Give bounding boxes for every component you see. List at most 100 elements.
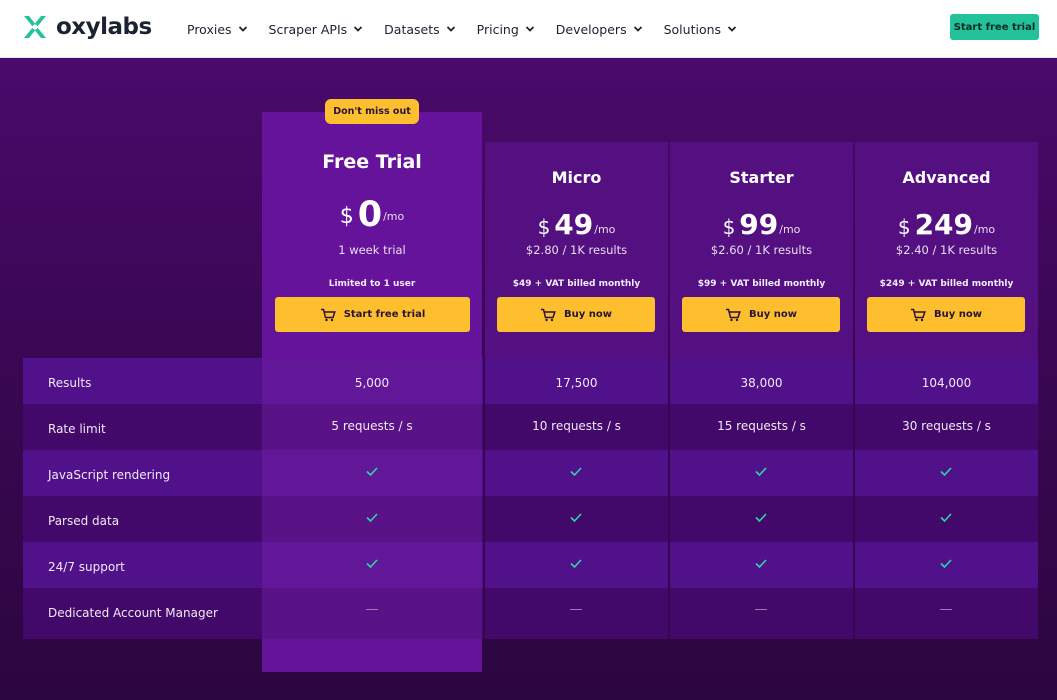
check-icon [570,467,582,476]
nav-item-datasets[interactable]: Datasets [384,22,455,37]
nav-item-label: Scraper APIs [268,21,348,37]
start-free-trial-button[interactable]: Start free trial [275,297,470,332]
chevron-down-icon [238,26,247,32]
price-currency: $ [339,204,354,229]
plan-price-free-trial: $ 0 /mo [262,198,482,233]
check-icon [755,513,767,522]
feature-value: 30 requests / s [902,419,991,433]
buy-now-button-advanced[interactable]: Buy now [867,297,1025,332]
nav-item-label: Solutions [663,21,722,37]
feature-label: JavaScript rendering [48,468,171,482]
plan-billing-free-trial: Limited to 1 user [328,279,416,289]
feature-value: 15 requests / s [717,419,806,433]
feature-label: 24/7 support [48,560,125,574]
table-row-parsed-data [23,496,1038,542]
check-icon [755,467,767,476]
pricing-section: Don't miss out Free Trial $ 0 /mo 1 week… [0,58,1057,700]
price-period: /mo [594,223,616,236]
check-icon [366,513,378,522]
check-icon [755,559,767,568]
cart-icon [911,308,926,321]
price-currency: $ [722,215,736,239]
buy-now-button-starter[interactable]: Buy now [682,297,840,332]
feature-value: 17,500 [555,376,598,390]
check-icon [570,513,582,522]
check-icon [570,559,582,568]
table-row-support [23,542,1038,588]
nav-item-label: Pricing [476,21,519,37]
chevron-down-icon [525,26,534,32]
plan-name-advanced: Advanced [902,168,991,187]
plan-name-free-trial: Free Trial [322,151,422,173]
dont-miss-out-badge: Don't miss out [325,99,419,124]
feature-comparison-table [23,358,1038,639]
price-period: /mo [383,210,405,223]
feature-label: Dedicated Account Manager [48,606,218,620]
feature-label: Rate limit [48,422,106,436]
nav-item-label: Datasets [384,21,440,37]
dash-icon [366,609,378,610]
plan-subtitle-micro: $2.80 / 1K results [525,243,628,257]
price-period: /mo [974,223,996,236]
logo-text: oxylabs [56,14,152,40]
cart-icon [320,308,336,321]
price-amount: 99 [739,208,779,241]
check-icon [940,513,952,522]
oxylabs-logo[interactable]: oxylabs [22,12,152,42]
plan-billing-advanced: $249 + VAT billed monthly [879,279,1014,289]
button-label: Buy now [564,309,612,320]
feature-value: 38,000 [740,376,783,390]
feature-value: 10 requests / s [532,419,621,433]
check-icon [940,467,952,476]
chevron-down-icon [727,26,737,32]
plan-name-starter: Starter [729,168,794,187]
plan-price-advanced: $ 249 /mo [855,208,1038,241]
plan-billing-micro: $49 + VAT billed monthly [512,279,641,289]
dash-icon [940,609,952,610]
price-amount: 0 [357,195,383,235]
cart-icon [726,308,741,321]
nav-item-developers[interactable]: Developers [556,22,643,37]
start-free-trial-header-button[interactable]: Start free trial [950,14,1039,40]
button-label: Buy now [749,309,797,320]
dash-icon [755,609,767,610]
feature-value: 5,000 [354,376,390,390]
nav-item-pricing[interactable]: Pricing [477,22,535,37]
feature-value: 104,000 [921,376,972,390]
plan-price-starter: $ 99 /mo [670,208,853,241]
top-navigation-bar: oxylabs Proxies Scraper APIs Datasets Pr… [0,0,1057,58]
feature-label: Parsed data [48,514,120,528]
price-amount: 249 [914,208,974,241]
column-divider [668,358,670,639]
price-currency: $ [897,215,911,239]
plan-subtitle-advanced: $2.40 / 1K results [895,243,998,257]
chevron-down-icon [633,26,642,32]
check-icon [366,467,378,476]
price-currency: $ [537,215,551,239]
column-divider [483,358,485,639]
chevron-down-icon [354,26,363,32]
main-nav: Proxies Scraper APIs Datasets Pricing De… [187,0,758,58]
check-icon [940,559,952,568]
nav-item-solutions[interactable]: Solutions [664,22,737,37]
column-divider [853,358,855,639]
plan-billing-starter: $99 + VAT billed monthly [697,279,826,289]
plan-subtitle-starter: $2.60 / 1K results [710,243,813,257]
table-row-javascript-rendering [23,450,1038,496]
free-trial-column-highlight [262,358,482,639]
check-icon [366,559,378,568]
nav-item-proxies[interactable]: Proxies [187,22,248,37]
nav-item-scraper-apis[interactable]: Scraper APIs [269,22,364,37]
button-label: Buy now [934,309,982,320]
plan-name-micro: Micro [551,168,602,187]
logo-mark-icon [24,16,46,38]
plan-price-micro: $ 49 /mo [485,208,668,241]
plan-subtitle-free-trial: 1 week trial [338,243,406,257]
button-label: Start free trial [343,309,426,320]
nav-item-label: Developers [555,21,627,37]
price-period: /mo [779,223,801,236]
chevron-down-icon [446,26,455,32]
feature-label: Results [48,376,92,390]
price-amount: 49 [554,208,594,241]
buy-now-button-micro[interactable]: Buy now [497,297,655,332]
